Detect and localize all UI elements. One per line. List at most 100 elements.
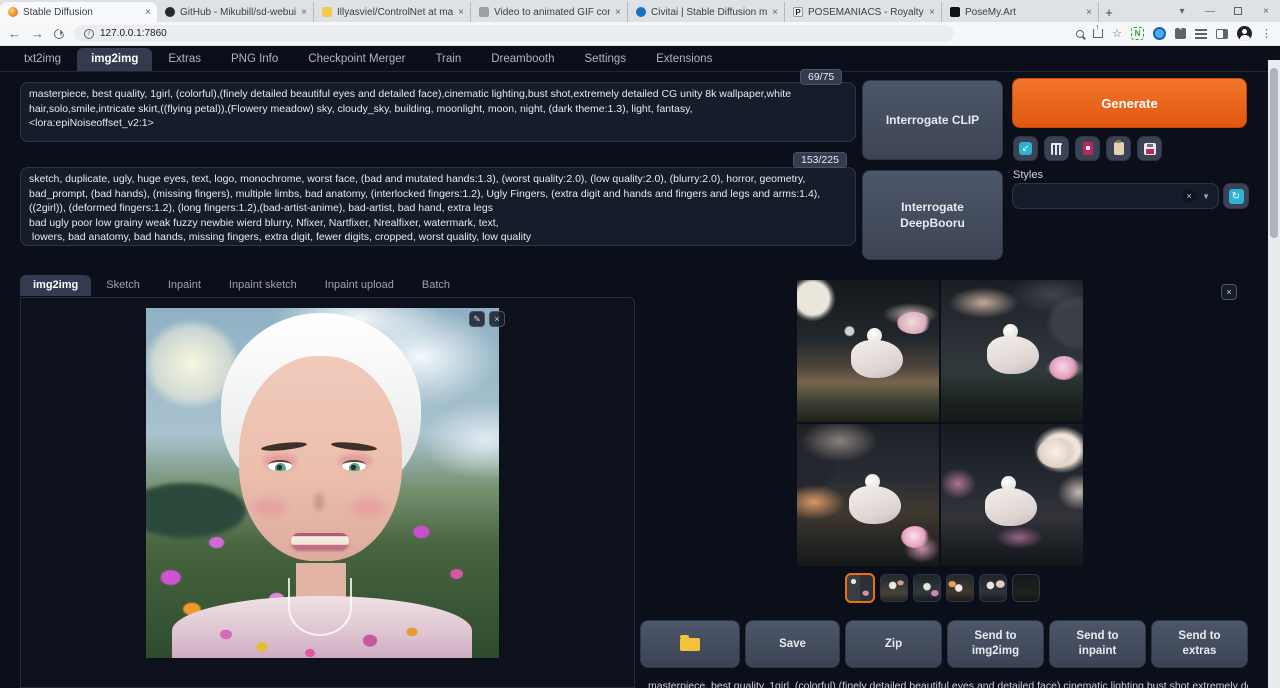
- tab-train[interactable]: Train: [421, 48, 475, 71]
- tab-png-info[interactable]: PNG Info: [217, 48, 292, 71]
- extra-networks-button[interactable]: [1075, 136, 1100, 161]
- subtab-sketch[interactable]: Sketch: [93, 275, 153, 296]
- tab-search-icon[interactable]: ▾: [1168, 0, 1196, 22]
- tab-close-icon[interactable]: ×: [615, 7, 621, 18]
- posemyart-favicon: [950, 7, 960, 17]
- subtab-inpaint-upload[interactable]: Inpaint upload: [312, 275, 407, 296]
- subtab-inpaint[interactable]: Inpaint: [155, 275, 214, 296]
- edit-image-icon[interactable]: ✎: [469, 311, 485, 327]
- interrogate-deepbooru-button[interactable]: Interrogate DeepBooru: [862, 170, 1003, 260]
- browser-tab-controlnet[interactable]: Illyasviel/ControlNet at main ×: [314, 2, 471, 22]
- gallery-thumbnails: [845, 573, 1040, 603]
- flower: [1049, 356, 1079, 380]
- necklace: [288, 578, 352, 636]
- close-gallery-icon[interactable]: ×: [1221, 284, 1237, 300]
- profile-avatar[interactable]: [1237, 26, 1252, 41]
- scrollbar-thumb[interactable]: [1270, 68, 1278, 238]
- nose: [314, 493, 324, 511]
- thumbnail-4[interactable]: [946, 574, 974, 602]
- stable-diffusion-webui: txt2img img2img Extras PNG Info Checkpoi…: [0, 46, 1280, 688]
- zip-button[interactable]: Zip: [845, 620, 942, 668]
- share-icon[interactable]: [1093, 29, 1103, 38]
- tab-dreambooth[interactable]: Dreambooth: [477, 48, 568, 71]
- refresh-icon: ↻: [1229, 189, 1244, 204]
- generation-info-text: masterpiece, best quality, 1girl, (color…: [648, 680, 1248, 688]
- browser-menu-icon[interactable]: ⋮: [1261, 27, 1272, 40]
- eye-right: [342, 460, 366, 471]
- apply-styles-button[interactable]: [1106, 136, 1131, 161]
- tab-extras[interactable]: Extras: [154, 48, 215, 71]
- subtab-inpaint-sketch[interactable]: Inpaint sketch: [216, 275, 310, 296]
- thumbnail-1-selected[interactable]: [845, 573, 875, 603]
- source-image[interactable]: [146, 308, 499, 658]
- browser-tab-posemaniacs[interactable]: P POSEMANIACS - Royalty free 3 ×: [785, 2, 942, 22]
- thumbnail-2[interactable]: [880, 574, 908, 602]
- thumbnail-6[interactable]: [1012, 574, 1040, 602]
- save-style-button[interactable]: [1137, 136, 1162, 161]
- zoom-icon[interactable]: [1076, 30, 1084, 38]
- flower: [1037, 438, 1077, 468]
- browser-tab-civitai[interactable]: Civitai | Stable Diffusion model ×: [628, 2, 785, 22]
- gallery-image-4[interactable]: [941, 424, 1083, 566]
- extension-n-icon[interactable]: N: [1131, 27, 1144, 40]
- address-bar[interactable]: i 127.0.0.1:7860: [74, 25, 954, 42]
- browser-tab-bar: Stable Diffusion × GitHub - Mikubill/sd-…: [0, 0, 1280, 22]
- gallery-image-2[interactable]: [941, 280, 1083, 422]
- new-tab-button[interactable]: +: [1099, 2, 1119, 22]
- negative-prompt-input[interactable]: sketch, duplicate, ugly, huge eyes, text…: [20, 167, 856, 246]
- refresh-styles-button[interactable]: ↻: [1223, 183, 1249, 209]
- figure: [981, 324, 1045, 376]
- extensions-puzzle-icon[interactable]: [1175, 28, 1186, 39]
- prompt-input[interactable]: masterpiece, best quality, 1girl, (color…: [20, 82, 856, 142]
- clear-styles-icon[interactable]: ×: [1182, 189, 1196, 203]
- forward-icon[interactable]: →: [31, 27, 44, 40]
- posemaniacs-favicon: P: [793, 7, 803, 17]
- browser-tab-github[interactable]: GitHub - Mikubill/sd-webui-con ×: [157, 2, 314, 22]
- browser-tab-gif-converter[interactable]: Video to animated GIF converter ×: [471, 2, 628, 22]
- page-scrollbar[interactable]: [1268, 60, 1280, 688]
- clear-prompt-button[interactable]: [1044, 136, 1069, 161]
- open-folder-button[interactable]: [640, 620, 740, 668]
- tab-close-icon[interactable]: ×: [1086, 7, 1092, 18]
- back-icon[interactable]: ←: [8, 27, 21, 40]
- tab-close-icon[interactable]: ×: [929, 7, 935, 18]
- browser-tab-stable-diffusion[interactable]: Stable Diffusion ×: [0, 2, 157, 22]
- gallery-image-3[interactable]: [797, 424, 939, 566]
- tab-extensions[interactable]: Extensions: [642, 48, 726, 71]
- tab-close-icon[interactable]: ×: [772, 7, 778, 18]
- close-window-icon[interactable]: ×: [1252, 0, 1280, 22]
- reading-list-icon[interactable]: [1195, 29, 1207, 39]
- tab-close-icon[interactable]: ×: [458, 7, 464, 18]
- subtab-batch[interactable]: Batch: [409, 275, 463, 296]
- tab-settings[interactable]: Settings: [571, 48, 641, 71]
- remove-image-icon[interactable]: ×: [489, 311, 505, 327]
- thumbnail-5[interactable]: [979, 574, 1007, 602]
- tab-checkpoint-merger[interactable]: Checkpoint Merger: [294, 48, 419, 71]
- folder-icon: [680, 638, 700, 651]
- styles-dropdown[interactable]: × ▼: [1012, 183, 1219, 209]
- interrogate-clip-button[interactable]: Interrogate CLIP: [862, 80, 1003, 160]
- subtab-img2img[interactable]: img2img: [20, 275, 91, 296]
- tab-img2img[interactable]: img2img: [77, 48, 152, 71]
- browser-tab-posemyart[interactable]: PoseMy.Art ×: [942, 2, 1099, 22]
- tab-txt2img[interactable]: txt2img: [10, 48, 75, 71]
- reload-icon[interactable]: [52, 26, 66, 40]
- tab-close-icon[interactable]: ×: [145, 7, 151, 18]
- minimize-icon[interactable]: —: [1196, 0, 1224, 22]
- tab-close-icon[interactable]: ×: [301, 7, 307, 18]
- side-panel-icon[interactable]: [1216, 29, 1228, 39]
- send-to-extras-button[interactable]: Send to extras: [1151, 620, 1248, 668]
- send-to-inpaint-button[interactable]: Send to inpaint: [1049, 620, 1146, 668]
- maximize-icon[interactable]: [1224, 0, 1252, 22]
- thumbnail-3[interactable]: [913, 574, 941, 602]
- gallery-image-1[interactable]: [797, 280, 939, 422]
- save-button[interactable]: Save: [745, 620, 840, 668]
- paste-params-button[interactable]: ↙: [1013, 136, 1038, 161]
- generate-button[interactable]: Generate: [1012, 78, 1247, 128]
- tab-title: Video to animated GIF converter: [494, 7, 610, 18]
- output-gallery-grid[interactable]: [797, 280, 1083, 566]
- send-to-img2img-button[interactable]: Send to img2img: [947, 620, 1044, 668]
- site-info-icon[interactable]: i: [84, 29, 94, 39]
- bookmark-star-icon[interactable]: ☆: [1112, 27, 1122, 40]
- extension-blue-icon[interactable]: [1153, 27, 1166, 40]
